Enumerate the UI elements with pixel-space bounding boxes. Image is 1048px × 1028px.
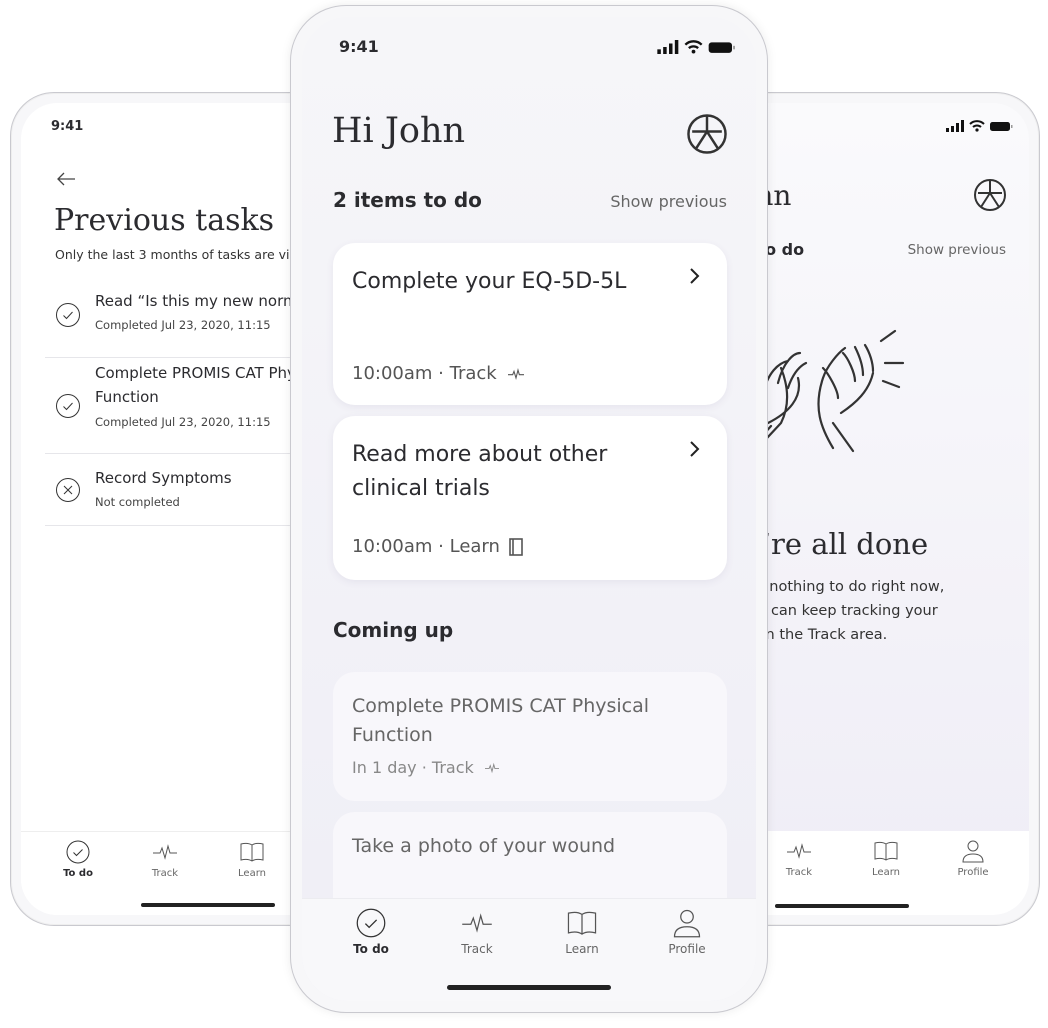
book-icon [240,842,264,862]
tab-label: Profile [668,942,706,956]
tab-label: Learn [238,868,266,879]
tab-profile[interactable]: Profile [933,839,1013,878]
todo-card[interactable]: Complete your EQ-5D-5L 10:00am · Track [333,243,727,405]
coming-up-card[interactable]: Complete PROMIS CAT Physical Function In… [333,672,727,801]
task-title: Record Symptoms [95,469,232,487]
tab-learn[interactable]: Learn [542,908,622,956]
tab-track[interactable]: Track [759,839,839,878]
card-title: Read more about other clinical trials [352,442,608,501]
card-meta-text: In 1 day · Track [352,758,474,777]
tab-todo[interactable]: To do [331,908,411,956]
pulse-icon [787,843,811,859]
task-status: Completed Jul 23, 2020, 11:15 [95,415,271,429]
chevron-right-icon [690,268,700,284]
card-title: Complete PROMIS CAT Physical Function [352,695,650,746]
card-meta-text: 10:00am · Learn [352,536,500,557]
tab-profile[interactable]: Profile [647,908,727,956]
home-indicator [775,904,909,908]
tab-track[interactable]: Track [125,840,205,879]
tab-bar: To do Track Learn Profile [302,898,756,1001]
task-title: Read “Is this my new normal” [95,292,319,310]
logo-icon[interactable] [973,178,1007,212]
tab-label: Track [151,868,179,879]
back-arrow-icon[interactable] [55,171,77,187]
page-subtitle: Only the last 3 months of tasks are visi… [55,247,319,262]
pulse-icon [484,762,499,773]
coming-up-header: Coming up [333,618,454,642]
status-icons [946,120,1013,132]
tab-label: Profile [957,867,989,878]
home-indicator [141,903,275,907]
show-previous-link[interactable]: Show previous [908,242,1006,258]
task-title-line2: Function [95,388,159,406]
task-status: Completed Jul 23, 2020, 11:15 [95,318,271,332]
tab-todo[interactable]: To do [38,840,118,879]
page-title: Previous tasks [54,203,275,238]
chevron-right-icon [690,441,700,457]
card-title: Take a photo of your wound [352,835,616,857]
book-icon [567,911,597,935]
x-circle-icon [56,478,80,502]
tab-label: Learn [565,942,599,956]
check-circle-icon [56,303,80,327]
person-icon [673,909,701,938]
person-icon [962,840,984,863]
pulse-icon [462,913,492,933]
show-previous-link[interactable]: Show previous [610,192,727,211]
status-time: 9:41 [339,37,379,56]
status-icons [657,40,735,54]
pulse-icon [507,367,524,380]
book-icon [874,841,898,861]
tab-learn[interactable]: Learn [846,839,926,878]
todo-header: 2 items to do [333,188,482,212]
card-meta: In 1 day · Track [352,758,502,777]
tab-track[interactable]: Track [437,908,517,956]
card-meta: 10:00am · Learn [352,536,524,557]
logo-icon[interactable] [686,113,728,155]
tab-learn[interactable]: Learn [212,840,292,879]
tab-label: To do [63,868,93,879]
status-time: 9:41 [51,119,84,134]
tab-label: To do [353,942,389,956]
todo-card[interactable]: Read more about other clinical trials 10… [333,416,727,580]
check-circle-icon [356,908,386,938]
card-meta-text: 10:00am · Track [352,363,497,384]
card-meta: 10:00am · Track [352,363,527,384]
tab-label: Learn [872,867,900,878]
task-status: Not completed [95,495,180,509]
check-circle-icon [56,394,80,418]
center-phone: 9:41 Hi John 2 items to do Show previous… [290,5,768,1013]
home-indicator [447,985,611,990]
tab-label: Track [461,942,493,956]
document-icon [509,537,523,556]
pulse-icon [153,844,177,860]
check-circle-icon [66,840,90,864]
greeting: Hi John [332,111,466,151]
card-title: Complete your EQ-5D-5L [352,269,627,294]
tab-label: Track [785,867,813,878]
